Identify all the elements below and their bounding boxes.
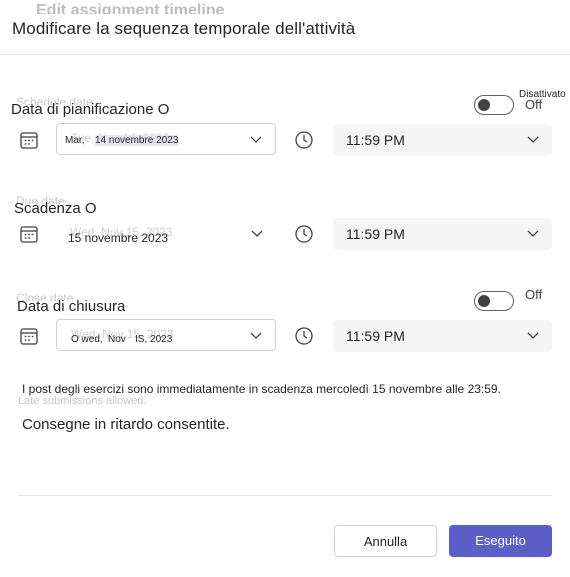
chevron-down-icon [527,230,539,237]
close-date-picker[interactable]: Wed, Nov 15, 2023 O wed, Nov IS, 2023 [56,319,276,351]
cancel-button-label: Annulla [363,534,408,549]
cancel-button[interactable]: Annulla [334,525,437,557]
chevron-down-icon [527,136,539,143]
schedule-date-toggle[interactable] [474,95,514,115]
close-date-part1: O wed, [71,334,103,345]
close-toggle-state: Off [525,287,543,302]
late-submissions-text: Consegne in ritardo consentite. [22,416,230,433]
close-date-part3: IS, 2023 [135,334,173,345]
schedule-date-prefix: Mar, [65,135,85,146]
close-time-value: 11:59 PM [346,328,405,344]
footer-divider [18,495,552,496]
due-date-value: 15 novembre 2023 [68,231,169,245]
toggle-knob [478,99,490,111]
due-time-picker[interactable]: 11:59 PM [333,218,552,250]
schedule-date-value: 14 novembre 2023 [95,135,179,146]
schedule-time-value: 11:59 PM [346,132,405,148]
schedule-date-label: Data di pianificazione O [11,101,170,118]
chevron-down-icon [251,230,263,237]
dialog-header: Edit assignment timeline Modificare la s… [0,0,570,55]
calendar-icon [20,132,38,149]
clock-icon [295,225,313,243]
due-date-label: Scadenza O [14,200,97,217]
due-note: I post degli esercizi sono immediatament… [22,382,501,396]
clock-icon [295,131,313,149]
clock-icon [295,327,313,345]
done-button[interactable]: Eseguito [449,525,552,557]
due-time-value: 11:59 PM [346,226,405,242]
chevron-down-icon [527,332,539,339]
schedule-toggle-state: Off [525,97,543,112]
dialog-title: Modificare la sequenza temporale dell'at… [12,19,356,38]
calendar-icon [20,328,38,345]
close-date-label: Data di chiusura [17,298,126,315]
ghost-late-text: Late submissions allowed. [18,395,147,407]
schedule-date-picker[interactable]: Tue, Nov 14, 2023 Mar, 14 novembre 2023 [56,123,276,155]
schedule-time-picker[interactable]: 11:59 PM [333,124,552,156]
ghost-title: Edit assignment timeline [36,2,225,14]
chevron-down-icon [250,136,262,143]
close-date-toggle[interactable] [474,291,514,311]
chevron-down-icon [250,332,262,339]
close-time-picker[interactable]: 11:59 PM [333,320,552,352]
due-date-picker[interactable]: Wed, Nov 15, 2023 15 novembre 2023 [56,218,276,250]
calendar-icon [20,226,38,243]
close-date-part2: Nov [108,334,126,345]
done-button-label: Eseguito [475,533,526,548]
toggle-knob [478,295,490,307]
